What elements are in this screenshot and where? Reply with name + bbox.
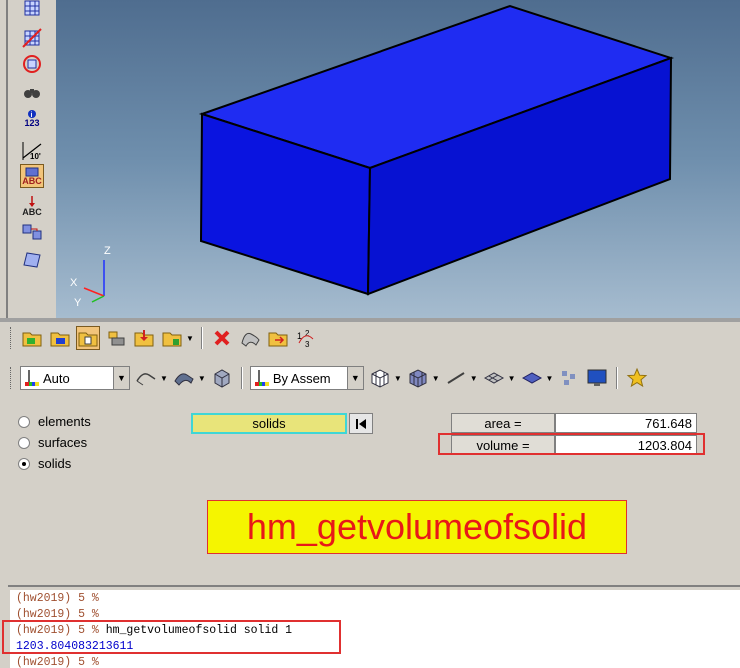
line-dropdown-arrow[interactable]: ▼ — [470, 374, 478, 383]
numbers-icon[interactable]: i 123 — [20, 106, 44, 130]
surface-dropdown-arrow[interactable]: ▼ — [546, 374, 554, 383]
color-palette-icon-2 — [254, 370, 269, 386]
reset-selection-button[interactable] — [349, 413, 373, 434]
color-mode-value: Auto — [43, 370, 70, 386]
solids-selector[interactable]: solids — [191, 413, 347, 434]
import-icon[interactable] — [160, 326, 184, 350]
wireframe-icon[interactable] — [210, 366, 234, 390]
toolbar-row-1: ▼ 123 — [10, 323, 318, 353]
measure-label: 10' — [30, 152, 41, 161]
radio-button[interactable] — [18, 436, 30, 449]
renumber-icon[interactable]: 123 — [294, 326, 318, 350]
radio-solids[interactable]: solids — [18, 456, 71, 471]
function-name-banner: hm_getvolumeofsolid — [207, 500, 627, 554]
explode-icon[interactable] — [557, 366, 581, 390]
color-palette-icon — [25, 370, 39, 386]
toolbar-grip[interactable] — [10, 327, 13, 349]
abc-label: ABC — [22, 175, 42, 186]
triad-x-label: X — [70, 277, 78, 289]
plane-icon[interactable] — [20, 248, 44, 272]
toolbar-divider-3 — [616, 367, 619, 389]
transform-icon[interactable] — [20, 220, 44, 244]
radio-surfaces[interactable]: surfaces — [18, 435, 87, 450]
mesh-mode-icon[interactable] — [368, 366, 392, 390]
monitor-icon[interactable] — [585, 366, 609, 390]
command-highlight-box — [2, 620, 341, 654]
volume-highlight-box — [438, 433, 705, 455]
radio-button[interactable] — [18, 415, 30, 428]
graphics-viewport[interactable]: Z X Y — [56, 0, 740, 318]
left-toolbar: i 123 10' ABC ABC — [0, 0, 56, 318]
cmd-line: (hw2019) 5 % — [16, 656, 99, 668]
shaded-geom-icon[interactable] — [134, 366, 158, 390]
measure-icon[interactable]: 10' — [20, 138, 44, 162]
assem-mode-select[interactable]: By Assem ▼ — [249, 366, 364, 390]
elements-dropdown-arrow[interactable]: ▼ — [198, 374, 206, 383]
cmd-line: (hw2019) 5 % — [16, 592, 99, 605]
model-collector-icon[interactable] — [20, 326, 44, 350]
area-value: 761.648 — [555, 413, 697, 433]
mesh-dropdown-arrow[interactable]: ▼ — [394, 374, 402, 383]
label-abc-icon[interactable]: ABC — [20, 164, 44, 188]
assem-mode-value: By Assem — [272, 370, 331, 386]
toolbar-edge — [6, 0, 8, 318]
shaded-elements-icon[interactable] — [172, 366, 196, 390]
toolbar-grip-2[interactable] — [10, 367, 13, 389]
parts-icon[interactable] — [104, 326, 128, 350]
surfaces-icon[interactable] — [238, 326, 262, 350]
shaded-mesh-dropdown-arrow[interactable]: ▼ — [432, 374, 440, 383]
axis-triad: Z X Y — [70, 245, 111, 309]
surface-icon[interactable] — [520, 366, 544, 390]
area-label: area = — [451, 413, 555, 433]
triad-y-label: Y — [74, 297, 82, 309]
numbers-label: 123 — [24, 117, 40, 128]
import-dropdown-arrow[interactable]: ▼ — [186, 334, 194, 343]
color-mode-select[interactable]: Auto ▼ — [20, 366, 130, 390]
mask-icon[interactable] — [20, 26, 44, 50]
toolbar-divider-2 — [240, 367, 243, 389]
find-binoculars-icon[interactable] — [20, 80, 44, 104]
viewport-separator — [0, 318, 740, 322]
assembly-icon[interactable] — [76, 326, 100, 350]
organize-icon[interactable] — [266, 326, 290, 350]
reset-icon — [356, 418, 366, 429]
chevron-down-icon-2[interactable]: ▼ — [346, 367, 363, 389]
radio-elements[interactable]: elements — [18, 414, 91, 429]
toolbar-row-2: Auto ▼ ▼ ▼ By Assem ▼ ▼ ▼ ▼ ▼ ▼ — [10, 363, 649, 393]
star-icon[interactable] — [625, 366, 649, 390]
arrow-abc-icon[interactable]: ABC — [20, 194, 44, 218]
toolbar-divider — [200, 327, 203, 349]
radio-label: surfaces — [38, 435, 88, 450]
geom-dropdown-arrow[interactable]: ▼ — [160, 374, 168, 383]
radio-label: elements — [38, 414, 91, 429]
radio-label: solids — [38, 456, 72, 471]
abc-label-2: ABC — [22, 206, 42, 217]
line-icon[interactable] — [444, 366, 468, 390]
plane-dropdown-arrow[interactable]: ▼ — [508, 374, 516, 383]
triad-z-label: Z — [104, 245, 111, 257]
shaded-mesh-icon[interactable] — [406, 366, 430, 390]
svg-text:3: 3 — [305, 340, 310, 349]
components-icon[interactable] — [48, 326, 72, 350]
mesh-grid-icon[interactable] — [20, 0, 44, 20]
export-icon[interactable] — [132, 326, 156, 350]
delete-icon[interactable] — [210, 326, 234, 350]
no-mask-icon[interactable] — [20, 52, 44, 76]
radio-button-checked[interactable] — [18, 457, 30, 470]
chevron-down-icon[interactable]: ▼ — [113, 367, 129, 389]
volume-panel: elements surfaces solids solids area = 7… — [10, 400, 740, 580]
solid-box-render: Z X Y — [70, 4, 675, 309]
plane-view-icon[interactable] — [482, 366, 506, 390]
